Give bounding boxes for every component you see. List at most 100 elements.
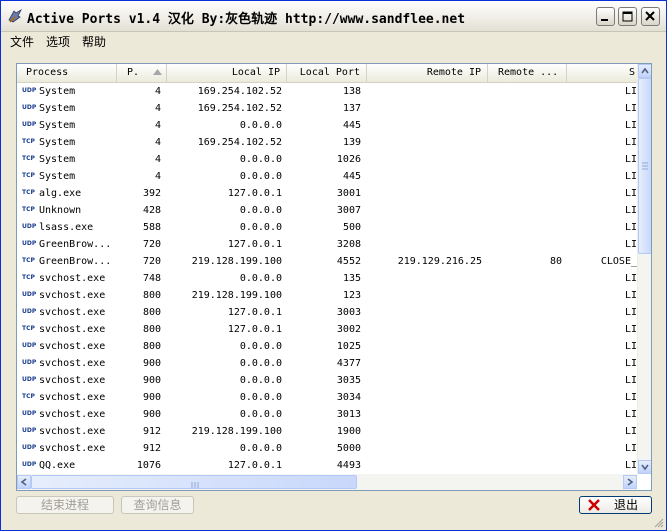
cell-remote-ip	[367, 117, 482, 134]
table-row[interactable]: TCP System 4 0.0.0.0 1026 LI	[17, 151, 637, 168]
table-row[interactable]: UDP svchost.exe 912 219.128.199.100 1900 LI	[17, 423, 637, 440]
column-local-ip[interactable]: Local IP	[167, 64, 287, 82]
cell-remote-port	[488, 372, 562, 389]
cell-local-ip: 0.0.0.0	[239, 273, 282, 284]
cell-remote-ip	[367, 236, 482, 253]
cell-local-ip: 0.0.0.0	[239, 222, 282, 233]
cell-local-ip: 127.0.0.1	[227, 460, 282, 471]
table-row[interactable]: UDP lsass.exe 588 0.0.0.0 500 LI	[17, 219, 637, 236]
cell-pid: 4	[154, 103, 161, 114]
cell-remote-port	[488, 457, 562, 474]
scroll-right-button[interactable]	[623, 475, 637, 489]
cell-pid: 900	[142, 392, 161, 403]
cell-remote-port	[488, 389, 562, 406]
scroll-down-button[interactable]	[638, 460, 651, 474]
table-row[interactable]: TCP alg.exe 392 127.0.0.1 3001 LI	[17, 185, 637, 202]
cell-process: svchost.exe	[39, 392, 106, 403]
ports-table[interactable]: Process P. Local IP Local Port Remote IP…	[16, 63, 652, 491]
protocol-icon: TCP	[22, 325, 35, 332]
column-state[interactable]: S	[567, 64, 637, 82]
cell-pid: 1076	[136, 460, 161, 471]
scroll-up-button[interactable]	[638, 64, 651, 78]
cell-remote-port	[488, 134, 562, 151]
cell-state: LI	[624, 154, 637, 165]
cell-state: LI	[624, 171, 637, 182]
table-row[interactable]: UDP System 4 0.0.0.0 445 LI	[17, 117, 637, 134]
cell-remote-port	[488, 304, 562, 321]
column-process[interactable]: Process	[17, 64, 117, 82]
table-row[interactable]: UDP svchost.exe 900 0.0.0.0 3013 LI	[17, 406, 637, 423]
cell-state: LI	[624, 426, 637, 437]
table-header: Process P. Local IP Local Port Remote IP…	[17, 64, 637, 83]
protocol-icon: UDP	[22, 342, 37, 349]
end-process-button[interactable]: 结束进程	[16, 496, 114, 514]
table-row[interactable]: UDP System 4 169.254.102.52 138 LI	[17, 83, 637, 100]
query-info-button[interactable]: 查询信息	[121, 496, 194, 514]
protocol-icon: UDP	[22, 223, 37, 230]
menu-options[interactable]: 选项	[46, 33, 70, 50]
table-row[interactable]: TCP System 4 169.254.102.52 139 LI	[17, 134, 637, 151]
column-local-port[interactable]: Local Port	[287, 64, 367, 82]
cell-remote-ip	[367, 100, 482, 117]
cell-state: LI	[624, 358, 637, 369]
horizontal-scroll-thumb[interactable]	[31, 475, 357, 489]
menu-file[interactable]: 文件	[10, 33, 34, 50]
protocol-icon: TCP	[22, 189, 35, 196]
protocol-icon: UDP	[22, 240, 37, 247]
exit-button[interactable]: 退出	[579, 496, 652, 514]
cell-local-ip: 219.128.199.100	[191, 426, 282, 437]
menu-help[interactable]: 帮助	[82, 33, 106, 50]
cell-local-ip: 127.0.0.1	[227, 324, 282, 335]
cell-remote-ip	[367, 372, 482, 389]
cell-local-port: 3003	[336, 307, 361, 318]
cell-process: svchost.exe	[39, 290, 106, 301]
cell-process: System	[39, 154, 76, 165]
column-remote-port[interactable]: Remote ...	[488, 64, 567, 82]
resize-grip-icon[interactable]	[652, 516, 664, 528]
cell-local-port: 3035	[336, 375, 361, 386]
cell-remote-ip	[367, 423, 482, 440]
vertical-scroll-thumb[interactable]	[638, 78, 651, 254]
table-row[interactable]: UDP svchost.exe 912 0.0.0.0 5000 LI	[17, 440, 637, 457]
table-row[interactable]: UDP GreenBrow... 720 127.0.0.1 3208 LI	[17, 236, 637, 253]
maximize-button[interactable]	[618, 7, 637, 26]
cell-local-port: 4552	[336, 256, 361, 267]
table-row[interactable]: UDP svchost.exe 900 0.0.0.0 4377 LI	[17, 355, 637, 372]
column-pid[interactable]: P.	[117, 64, 167, 82]
table-row[interactable]: UDP QQ.exe 1076 127.0.0.1 4493 LI	[17, 457, 637, 474]
cell-process: Unknown	[39, 205, 82, 216]
table-row[interactable]: UDP svchost.exe 800 219.128.199.100 123 LI	[17, 287, 637, 304]
cell-remote-port	[488, 440, 562, 457]
table-row[interactable]: UDP System 4 169.254.102.52 137 LI	[17, 100, 637, 117]
cell-process: svchost.exe	[39, 307, 106, 318]
table-row[interactable]: UDP svchost.exe 800 0.0.0.0 1025 LI	[17, 338, 637, 355]
cell-pid: 748	[142, 273, 161, 284]
column-remote-ip[interactable]: Remote IP	[367, 64, 488, 82]
column-pid-label: P.	[127, 67, 140, 78]
horizontal-scrollbar[interactable]	[17, 474, 637, 490]
table-row[interactable]: TCP svchost.exe 900 0.0.0.0 3034 LI	[17, 389, 637, 406]
table-row[interactable]: TCP GreenBrow... 720 219.128.199.100 4552 219…	[17, 253, 637, 270]
protocol-icon: UDP	[22, 461, 37, 468]
table-row[interactable]: TCP svchost.exe 800 127.0.0.1 3002 LI	[17, 321, 637, 338]
scroll-left-button[interactable]	[17, 475, 31, 489]
table-body: UDP System 4 169.254.102.52 138 LI UDP System 4 1…	[17, 83, 637, 474]
cell-process: svchost.exe	[39, 426, 106, 437]
minimize-button[interactable]	[596, 7, 615, 26]
vertical-scrollbar[interactable]	[637, 64, 651, 474]
cell-local-port: 135	[342, 273, 361, 284]
cell-state: LI	[624, 307, 637, 318]
close-button[interactable]	[641, 7, 660, 26]
cell-local-ip: 0.0.0.0	[239, 392, 282, 403]
cell-local-port: 445	[342, 171, 361, 182]
table-row[interactable]: TCP Unknown 428 0.0.0.0 3007 LI	[17, 202, 637, 219]
table-row[interactable]: TCP System 4 0.0.0.0 445 LI	[17, 168, 637, 185]
table-row[interactable]: TCP svchost.exe 748 0.0.0.0 135 LI	[17, 270, 637, 287]
cell-process: GreenBrow...	[39, 256, 112, 267]
cell-remote-port	[488, 270, 562, 287]
title-bar[interactable]: Active Ports v1.4 汉化 By:灰色轨迹 http://www.…	[1, 1, 666, 32]
cell-local-port: 445	[342, 120, 361, 131]
table-row[interactable]: UDP svchost.exe 900 0.0.0.0 3035 LI	[17, 372, 637, 389]
table-row[interactable]: UDP svchost.exe 800 127.0.0.1 3003 LI	[17, 304, 637, 321]
cell-local-port: 3013	[336, 409, 361, 420]
